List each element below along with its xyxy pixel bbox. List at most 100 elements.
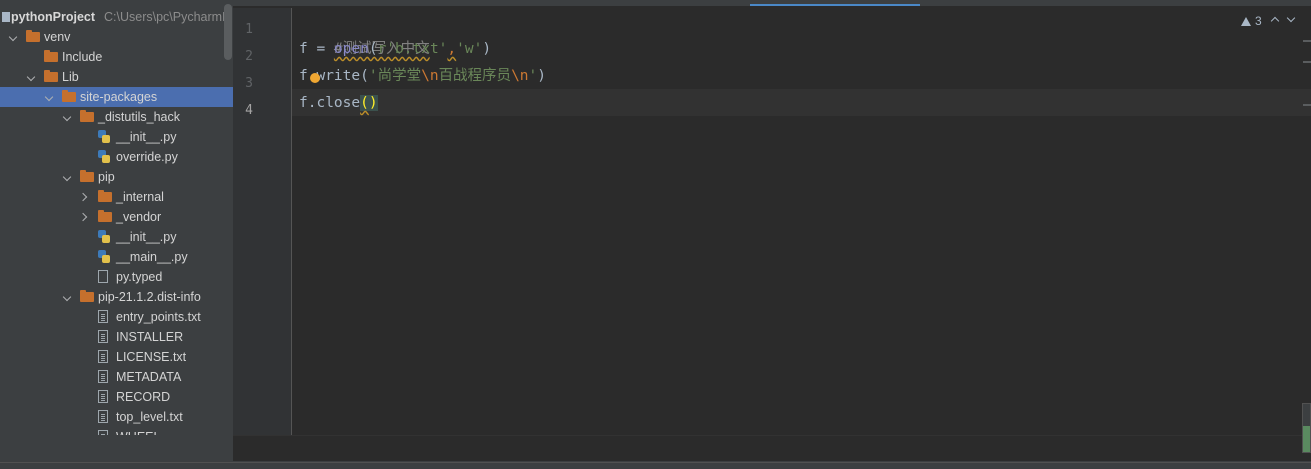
text-file-icon [98, 350, 108, 363]
chevron-down-icon[interactable] [62, 107, 72, 127]
tree-item-py[interactable]: __init__.py [0, 227, 233, 247]
tree-item-txt[interactable]: LICENSE.txt [0, 347, 233, 367]
chevron-down-icon[interactable] [62, 287, 72, 307]
text-file-icon [98, 410, 108, 423]
variable-token: f = [299, 41, 334, 57]
folder-icon [62, 90, 76, 102]
tree-item-label: __init__.py [116, 130, 177, 144]
line-number: 3 [245, 76, 253, 91]
tree-item-label: venv [44, 30, 71, 44]
tree-item-py[interactable]: override.py [0, 147, 233, 167]
editor-bottom-area [233, 435, 1311, 461]
project-tool-window[interactable]: pythonProject C:\Users\pc\PycharmP venv I… [0, 0, 233, 469]
tree-item-folder[interactable]: _distutils_hack [0, 107, 233, 127]
text-file-icon [98, 390, 108, 403]
project-root-path: C:\Users\pc\PycharmP [104, 10, 231, 24]
tree-item-txt[interactable]: METADATA [0, 367, 233, 387]
module-icon [2, 12, 10, 22]
variable-token: f [299, 68, 308, 84]
method-token: write( [316, 68, 369, 84]
project-scrollbar-thumb[interactable] [224, 4, 232, 60]
memory-indicator[interactable] [1302, 403, 1311, 453]
tree-item-folder[interactable]: Include [0, 47, 233, 67]
current-line-highlight [292, 89, 1311, 116]
builtin-function-token: open [333, 41, 369, 57]
tree-item-py[interactable]: __main__.py [0, 247, 233, 267]
folder-icon [80, 290, 94, 302]
tree-item-folder[interactable]: pip [0, 167, 233, 187]
tree-item-label: entry_points.txt [116, 310, 201, 324]
editor-tab-strip[interactable] [233, 0, 1311, 6]
tree-item-plain[interactable]: py.typed [0, 267, 233, 287]
chevron-down-icon[interactable] [8, 27, 18, 47]
line-number-current: 4 [245, 103, 253, 118]
folder-icon [44, 50, 58, 62]
close-paren-token: ) [482, 41, 492, 57]
line-number: 1 [245, 22, 253, 37]
tree-item-txt[interactable]: top_level.txt [0, 407, 233, 427]
chevron-down-icon[interactable] [44, 87, 54, 107]
tree-item-label: Lib [62, 70, 79, 84]
string-token: 百战程序员 [438, 68, 512, 84]
tree-item-label: override.py [116, 150, 178, 164]
open-paren-token: ( [368, 41, 378, 57]
chevron-up-icon[interactable] [1270, 16, 1279, 26]
chevron-down-icon[interactable] [62, 167, 72, 187]
tree-item-folder[interactable]: _vendor [0, 207, 233, 227]
active-tab-indicator [750, 4, 920, 6]
tree-item-label: RECORD [116, 390, 171, 404]
memory-usage-fill [1303, 425, 1310, 452]
intention-bulb-icon[interactable] [310, 73, 320, 83]
warning-stripe-mark[interactable] [1303, 40, 1311, 42]
editor-error-stripe[interactable] [1299, 6, 1311, 435]
tree-item-txt[interactable]: RECORD [0, 387, 233, 407]
folder-icon [80, 110, 94, 122]
status-bar [0, 462, 1311, 469]
python-file-icon [98, 130, 110, 144]
tree-item-label: _distutils_hack [98, 110, 180, 124]
tree-item-label: pip-21.1.2.dist-info [98, 290, 201, 304]
tree-item-label: METADATA [116, 370, 182, 384]
comma-token: , [447, 41, 457, 57]
tree-item-label: _internal [116, 190, 164, 204]
tree-item-folder[interactable]: site-packages [0, 87, 233, 107]
string-token: r'b.txt' [377, 41, 448, 57]
chevron-down-icon[interactable] [26, 67, 36, 87]
tree-item-folder[interactable]: pip-21.1.2.dist-info [0, 287, 233, 307]
string-token: 'w' [456, 41, 483, 57]
tree-item-label: __main__.py [116, 250, 188, 264]
inspection-widget[interactable]: 3 [1241, 12, 1295, 30]
text-file-icon [98, 310, 108, 323]
tree-item-folder[interactable]: _internal [0, 187, 233, 207]
tree-item-txt[interactable]: INSTALLER [0, 327, 233, 347]
tree-item-label: LICENSE.txt [116, 350, 187, 364]
code-line-1[interactable]: #测试写入中文 [299, 9, 430, 57]
tree-item-py[interactable]: __init__.py [0, 127, 233, 147]
code-line-3[interactable]: f.write('尚学堂\n百战程序员\n') [299, 63, 546, 90]
tree-item-label: top_level.txt [116, 410, 183, 424]
project-root-row[interactable]: pythonProject C:\Users\pc\PycharmP [0, 7, 233, 27]
matched-close-paren-token: ) [368, 95, 378, 111]
tree-item-folder[interactable]: Lib [0, 67, 233, 87]
code-line-2[interactable]: f = open(r'b.txt','w') [299, 36, 491, 63]
file-icon [98, 270, 108, 283]
chevron-right-icon[interactable] [80, 187, 90, 207]
warning-stripe-mark[interactable] [1303, 104, 1311, 106]
line-number: 2 [245, 49, 253, 64]
tree-item-label: INSTALLER [116, 330, 184, 344]
chevron-right-icon[interactable] [80, 207, 90, 227]
line-number-gutter[interactable]: 1 2 3 4 [233, 8, 292, 435]
string-token: ' [528, 68, 538, 84]
tree-item-folder[interactable]: venv [0, 27, 233, 47]
python-file-icon [98, 230, 110, 244]
warning-triangle-icon [1241, 17, 1251, 26]
warning-stripe-mark[interactable] [1303, 61, 1311, 63]
folder-icon [98, 210, 112, 222]
tree-item-txt[interactable]: entry_points.txt [0, 307, 233, 327]
tree-item-label: _vendor [116, 210, 162, 224]
text-file-icon [98, 370, 108, 383]
code-editor[interactable]: 1 2 3 4 #测试写入中文 f = open(r'b.txt','w') f… [233, 0, 1311, 435]
close-paren-token: ) [537, 68, 546, 84]
chevron-down-icon[interactable] [1286, 13, 1295, 23]
code-line-4[interactable]: f.close() [299, 90, 378, 117]
